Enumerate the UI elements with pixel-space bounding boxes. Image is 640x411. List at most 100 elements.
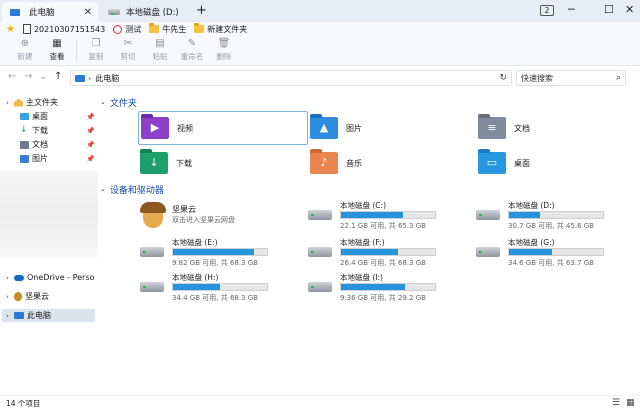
recent-chevron-icon[interactable]: ⌄ xyxy=(39,71,47,82)
sidebar-item-desktop[interactable]: 桌面 📌 xyxy=(20,110,95,123)
sidebar-item-pictures[interactable]: 图片 📌 xyxy=(20,152,95,165)
forward-icon[interactable]: → xyxy=(24,71,32,82)
tab-count-badge[interactable]: 2 xyxy=(540,5,554,16)
tab-drive-d[interactable]: 本地磁盘 (D:) xyxy=(100,2,190,22)
back-icon[interactable]: ← xyxy=(8,71,16,82)
folder-videos[interactable]: ▶ 视频 xyxy=(138,111,308,145)
cut-button[interactable]: ✂ 剪切 xyxy=(113,36,143,62)
quick-item[interactable]: 牛先生 xyxy=(149,23,186,35)
sidebar-item-home[interactable]: › 主文件夹 xyxy=(6,96,58,109)
drive-e[interactable]: 本地磁盘 (E:) 9.82 GB 可用, 共 68.3 GB xyxy=(140,237,280,267)
quick-item[interactable]: 新建文件夹 xyxy=(194,23,248,35)
group-title: 设备和驱动器 xyxy=(109,185,164,196)
up-icon[interactable]: ↑ xyxy=(54,71,62,82)
address-bar[interactable]: › 此电脑 ↻ xyxy=(70,70,512,86)
folder-pictures[interactable]: ▲ 图片 xyxy=(308,111,478,145)
document-icon xyxy=(22,24,31,34)
quick-item-label: 新建文件夹 xyxy=(207,24,248,34)
search-input[interactable]: 快速搜索 ⌕ xyxy=(516,70,626,86)
tab-label: 本地磁盘 (D:) xyxy=(126,8,179,18)
copy-button[interactable]: ❐ 复制 xyxy=(81,36,111,62)
drive-usage-fill xyxy=(341,212,404,218)
maximize-icon[interactable]: ☐ xyxy=(604,3,614,16)
pictures-icon xyxy=(20,154,29,163)
hard-drive-icon xyxy=(308,282,332,292)
drive-usage-bar xyxy=(340,283,436,291)
star-icon[interactable]: ★ xyxy=(6,24,15,35)
toolbar-divider xyxy=(76,40,77,62)
drive-name: 本地磁盘 (D:) xyxy=(508,201,555,210)
drive-name: 本地磁盘 (E:) xyxy=(172,238,218,247)
close-window-icon[interactable]: ✕ xyxy=(625,3,634,16)
drive-space: 30.7 GB 可用, 共 45.6 GB xyxy=(508,222,594,230)
address-row: ← → ⌄ ↑ › 此电脑 ↻ 快速搜索 ⌕ xyxy=(0,67,640,89)
desktop-folder-icon: ▭ xyxy=(478,149,506,174)
quick-item[interactable]: 20210307151543 xyxy=(22,24,105,34)
chevron-right-icon: › xyxy=(6,98,9,107)
minimize-icon[interactable]: ─ xyxy=(568,3,575,16)
nutstore-icon xyxy=(14,292,22,301)
pin-icon: 📌 xyxy=(86,112,95,121)
drive-space: 9.36 GB 可用, 共 29.2 GB xyxy=(340,294,426,302)
sidebar-item-downloads[interactable]: ↓ 下载 📌 xyxy=(20,124,95,137)
item-count: 14 个项目 xyxy=(6,399,41,408)
drive-usage-bar xyxy=(172,283,268,291)
sidebar-item-documents[interactable]: 文档 📌 xyxy=(20,138,95,151)
sidebar-item-nutstore[interactable]: › 坚果云 xyxy=(6,290,49,303)
drive-icon xyxy=(108,9,120,15)
drive-i[interactable]: 本地磁盘 (I:) 9.36 GB 可用, 共 29.2 GB xyxy=(308,272,448,302)
chevron-right-icon: › xyxy=(6,292,9,301)
drive-h[interactable]: 本地磁盘 (H:) 34.4 GB 可用, 共 68.3 GB xyxy=(140,272,280,302)
tab-this-pc[interactable]: 此电脑 ✕ xyxy=(2,2,98,22)
drive-usage-bar xyxy=(340,248,436,256)
drive-usage-fill xyxy=(173,284,220,290)
rename-label: 重命名 xyxy=(180,52,204,61)
group-header-drives[interactable]: ⌄ 设备和驱动器 xyxy=(100,183,164,196)
folder-documents[interactable]: ≡ 文档 xyxy=(476,111,640,145)
chevron-down-icon: ⌄ xyxy=(100,98,106,106)
new-button[interactable]: ⊕ 新建 xyxy=(10,36,40,62)
new-tab-button[interactable]: + xyxy=(196,3,207,18)
content-pane: ⌄ 文件夹 ▶ 视频 ▲ 图片 ≡ 文档 ↓ 下载 ♪ 音乐 ▭ 桌面 ⌄ 设备… xyxy=(98,90,640,395)
details-view-icon[interactable]: ☰ xyxy=(612,398,620,408)
close-icon[interactable]: ✕ xyxy=(84,7,92,18)
nutstore-name[interactable]: 坚果云 xyxy=(172,204,196,215)
nutstore-icon[interactable] xyxy=(138,202,168,228)
view-button[interactable]: ▦ 查看 xyxy=(42,36,72,62)
pin-icon: 📌 xyxy=(86,154,95,163)
tab-label: 此电脑 xyxy=(29,8,55,18)
tiles-view-icon[interactable]: ▦ xyxy=(626,398,635,408)
hard-drive-icon xyxy=(308,247,332,257)
drive-c[interactable]: 本地磁盘 (C:) 22.1 GB 可用, 共 65.3 GB xyxy=(308,200,448,230)
desktop-icon xyxy=(20,113,29,120)
drive-usage-bar xyxy=(172,248,268,256)
copy-icon: ❐ xyxy=(91,38,101,49)
folder-desktop[interactable]: ▭ 桌面 xyxy=(476,146,640,180)
drive-f[interactable]: 本地磁盘 (F:) 26.4 GB 可用, 共 68.3 GB xyxy=(308,237,448,267)
folder-music[interactable]: ♪ 音乐 xyxy=(308,146,478,180)
sidebar-item-this-pc[interactable]: › 此电脑 xyxy=(2,309,95,322)
rename-button[interactable]: ✎ 重命名 xyxy=(177,36,207,62)
sidebar-item-label: 坚果云 xyxy=(25,292,49,301)
breadcrumb: 此电脑 xyxy=(95,73,120,83)
plus-circle-icon: ⊕ xyxy=(20,38,30,49)
computer-icon xyxy=(75,74,85,82)
quick-access-bar: ★ 20210307151543 测试 牛先生 新建文件夹 xyxy=(0,22,640,36)
refresh-icon[interactable]: ↻ xyxy=(499,73,507,83)
sidebar-item-onedrive[interactable]: › OneDrive - Personal xyxy=(6,271,95,284)
drive-name: 本地磁盘 (H:) xyxy=(172,273,219,282)
chevron-right-icon: › xyxy=(6,311,9,320)
quick-item[interactable]: 测试 xyxy=(113,24,141,35)
paste-button[interactable]: ▤ 粘贴 xyxy=(145,36,175,62)
folder-downloads[interactable]: ↓ 下载 xyxy=(138,146,308,180)
pin-icon: 📌 xyxy=(86,126,95,135)
rename-icon: ✎ xyxy=(187,38,197,49)
drive-g[interactable]: 本地磁盘 (G:) 34.6 GB 可用, 共 63.7 GB xyxy=(476,237,616,267)
group-header-folders[interactable]: ⌄ 文件夹 xyxy=(100,96,137,109)
cut-label: 剪切 xyxy=(120,52,136,61)
delete-label: 删除 xyxy=(216,52,232,61)
delete-button[interactable]: 🗑 删除 xyxy=(209,36,239,62)
folder-name: 视频 xyxy=(177,123,193,133)
folder-icon xyxy=(194,23,205,33)
drive-d[interactable]: 本地磁盘 (D:) 30.7 GB 可用, 共 45.6 GB xyxy=(476,200,616,230)
